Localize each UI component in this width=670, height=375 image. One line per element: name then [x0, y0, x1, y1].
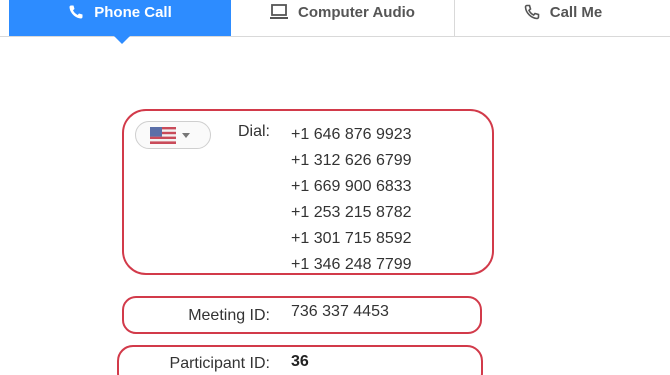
audio-tab-bar: Phone Call Computer Audio Call Me [0, 0, 670, 44]
tab-call-me[interactable]: Call Me [456, 0, 670, 36]
dial-number: +1 346 248 7799 [291, 256, 412, 273]
phone-icon [524, 4, 540, 20]
selected-tab-indicator [113, 35, 131, 44]
participant-id-value: 36 [291, 353, 309, 370]
dial-number: +1 312 626 6799 [291, 152, 412, 169]
tab-phone-call-label: Phone Call [94, 3, 172, 21]
meeting-id-label: Meeting ID: [188, 307, 270, 324]
tab-call-me-label: Call Me [549, 3, 603, 21]
phone-icon [68, 4, 84, 20]
participant-id-label: Participant ID: [169, 355, 270, 372]
tab-phone-call[interactable]: Phone Call [9, 0, 231, 44]
dial-number: +1 253 215 8782 [291, 204, 412, 221]
tab-computer-audio[interactable]: Computer Audio [231, 0, 455, 36]
chevron-down-icon [182, 132, 190, 138]
dial-number: +1 301 715 8592 [291, 230, 412, 247]
monitor-icon [270, 4, 289, 20]
dial-label: Dial: [237, 123, 270, 140]
meeting-id-value: 736 337 4453 [291, 303, 389, 320]
us-flag-icon [150, 126, 176, 144]
dial-number-list: +1 646 876 9923 +1 312 626 6799 +1 669 9… [291, 122, 412, 278]
dial-number: +1 646 876 9923 [291, 126, 412, 143]
audio-options-panel: Phone Call Computer Audio Call Me Dial: … [0, 0, 670, 375]
tab-computer-audio-label: Computer Audio [298, 3, 415, 21]
dial-number: +1 669 900 6833 [291, 178, 412, 195]
